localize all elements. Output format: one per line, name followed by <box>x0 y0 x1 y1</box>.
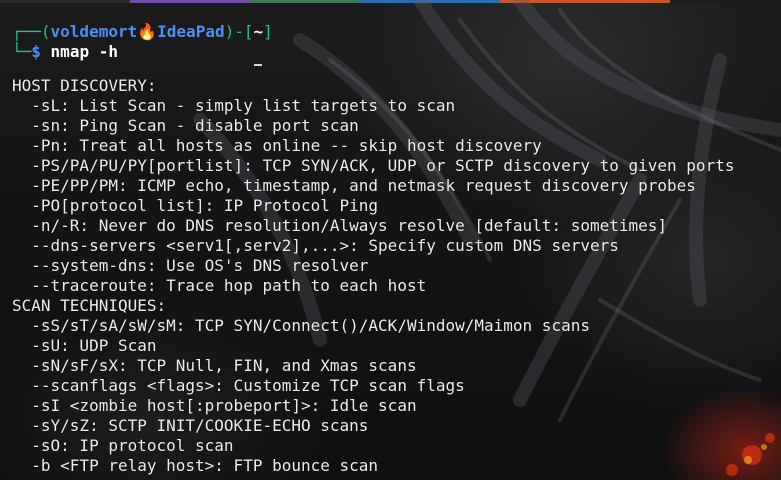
output-line: -PO[protocol list]: IP Protocol Ping <box>12 196 379 215</box>
output-line: HOST DISCOVERY: <box>12 76 157 95</box>
output-line: -sY/sZ: SCTP INIT/COOKIE-ECHO scans <box>12 416 369 435</box>
output-line: -sU: UDP Scan <box>12 336 157 355</box>
output-line: -sN/sF/sX: TCP Null, FIN, and Xmas scans <box>12 356 417 375</box>
prompt-username: voldemort <box>50 22 138 41</box>
output-line: -PS/PA/PU/PY[portlist]: TCP SYN/ACK, UDP… <box>12 156 735 175</box>
help-output: HOST DISCOVERY: -sL: List Scan - simply … <box>12 76 777 476</box>
output-line: -b <FTP relay host>: FTP bounce scan <box>12 456 379 475</box>
output-line: --system-dns: Use OS's DNS resolver <box>12 256 369 275</box>
prompt-frame-open: ┌──( <box>12 22 51 41</box>
command-text: nmap -h <box>50 42 118 61</box>
output-line: -sI <zombie host[:probeport]>: Idle scan <box>12 396 417 415</box>
output-line: -Pn: Treat all hosts as online -- skip h… <box>12 136 542 155</box>
output-line: -n/-R: Never do DNS resolution/Always re… <box>12 216 668 235</box>
command-line[interactable]: └─$ nmap -h <box>12 42 777 62</box>
output-line: --scanflags <flags>: Customize TCP scan … <box>12 376 465 395</box>
text-cursor <box>254 64 262 66</box>
prompt-hostname: IdeaPad <box>157 22 225 41</box>
prompt-frame-close: ] <box>263 22 273 41</box>
cursor-row <box>12 62 777 76</box>
prompt-dollar: $ <box>31 42 41 61</box>
output-line: -sS/sT/sA/sW/sM: TCP SYN/Connect()/ACK/W… <box>12 316 590 335</box>
output-line: -sn: Ping Scan - disable port scan <box>12 116 359 135</box>
terminal-output-area[interactable]: ┌──(voldemort🔥IdeaPad)-[~] └─$ nmap -h H… <box>12 22 777 476</box>
output-line: -PE/PP/PM: ICMP echo, timestamp, and net… <box>12 176 696 195</box>
output-line: --dns-servers <serv1[,serv2],...>: Speci… <box>12 236 619 255</box>
prompt-frame-corner: └─ <box>12 42 32 61</box>
fire-icon: 🔥 <box>137 22 158 41</box>
output-line: SCAN TECHNIQUES: <box>12 296 167 315</box>
prompt-cwd: ~ <box>253 22 264 41</box>
output-line: -sL: List Scan - simply list targets to … <box>12 96 456 115</box>
terminal-window[interactable]: ┌──(voldemort🔥IdeaPad)-[~] └─$ nmap -h H… <box>0 0 781 480</box>
prompt-frame-mid: )-[ <box>224 22 254 41</box>
prompt-line: ┌──(voldemort🔥IdeaPad)-[~] <box>12 22 777 42</box>
output-line: --traceroute: Trace hop path to each hos… <box>12 276 427 295</box>
output-line: -sO: IP protocol scan <box>12 436 234 455</box>
window-accent-bar <box>0 0 781 3</box>
